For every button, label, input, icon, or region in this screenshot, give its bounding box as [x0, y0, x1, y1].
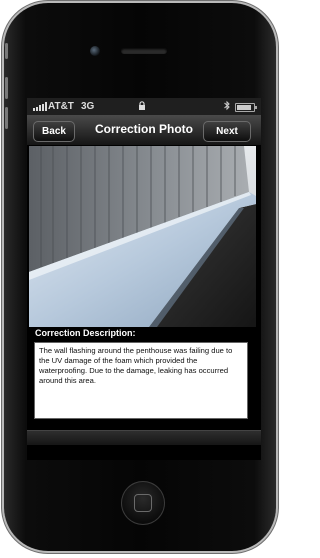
- home-button[interactable]: [121, 481, 165, 525]
- phone-frame: AT&T 3G Back Correction Photo Next Corre…: [4, 3, 276, 551]
- mute-switch[interactable]: [5, 43, 8, 59]
- bottom-toolbar: [27, 430, 261, 445]
- correction-description-label: Correction Description:: [35, 328, 136, 338]
- home-square-icon: [134, 494, 152, 512]
- earpiece-speaker: [121, 48, 167, 54]
- phone-screen: AT&T 3G Back Correction Photo Next Corre…: [27, 98, 261, 460]
- volume-down-button[interactable]: [5, 107, 8, 129]
- lock-icon: [139, 101, 145, 110]
- bluetooth-icon: [224, 100, 230, 111]
- front-camera: [90, 46, 100, 56]
- network-type: 3G: [81, 101, 95, 112]
- battery-icon: [235, 103, 257, 112]
- next-button[interactable]: Next: [203, 121, 251, 142]
- volume-up-button[interactable]: [5, 77, 8, 99]
- signal-bars-icon: [33, 102, 47, 111]
- correction-photo[interactable]: [29, 146, 256, 327]
- correction-description-field[interactable]: The wall flashing around the penthouse w…: [34, 342, 248, 419]
- carrier-name: AT&T: [48, 101, 74, 112]
- navigation-bar: Back Correction Photo Next: [27, 115, 261, 146]
- status-bar: AT&T 3G: [27, 98, 261, 115]
